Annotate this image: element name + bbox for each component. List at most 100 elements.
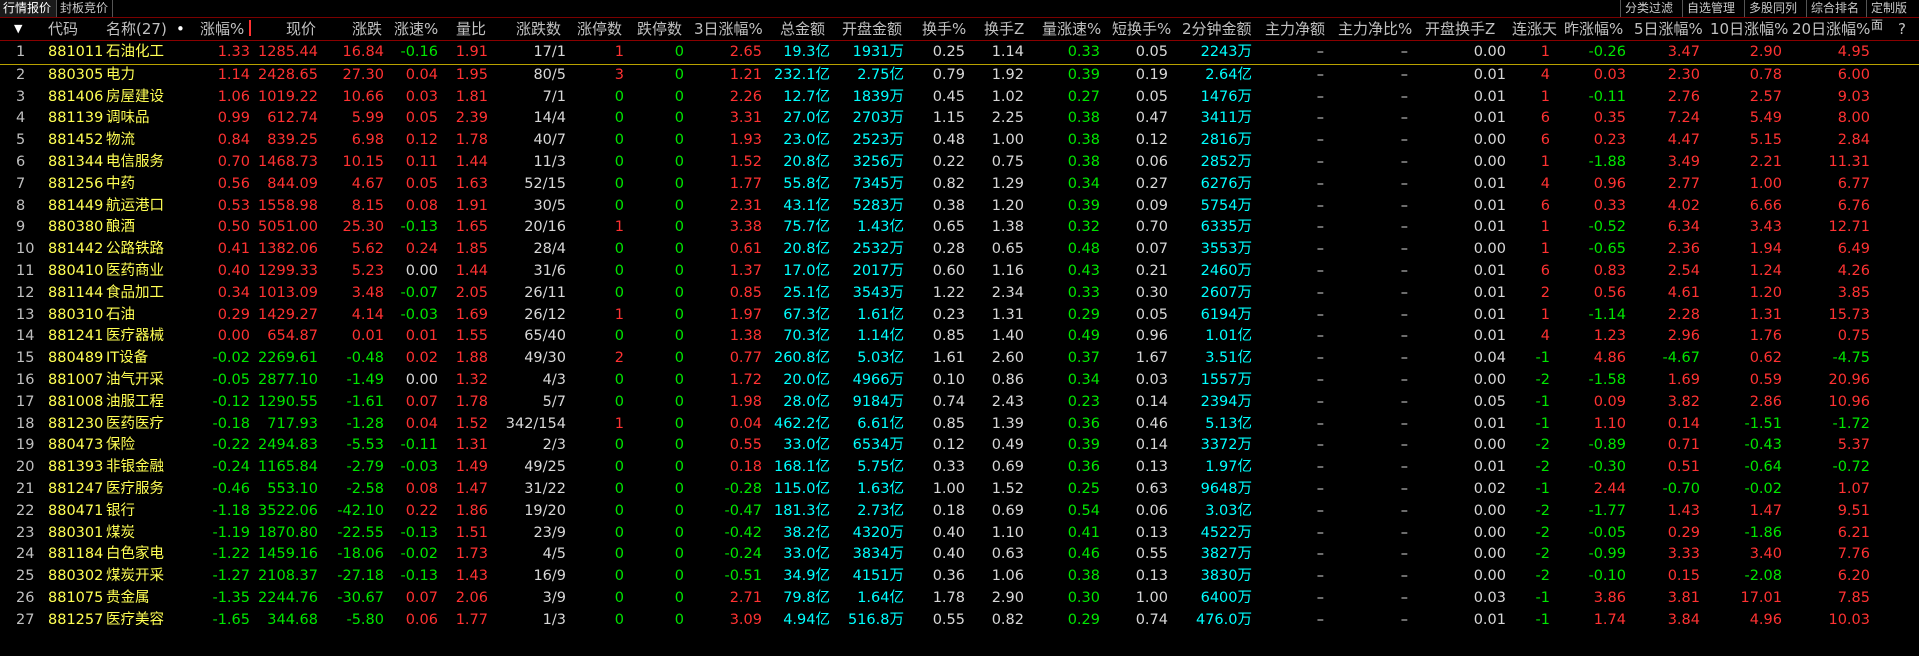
cell-3day-pct: 2.65 bbox=[729, 44, 762, 60]
cell-main-net-pct: – bbox=[1400, 197, 1408, 214]
cell-limit-up: 1 bbox=[614, 219, 624, 236]
col-code[interactable]: 代码 bbox=[48, 20, 78, 38]
cell-volume-speed: 0.43 bbox=[1067, 262, 1100, 279]
cell-open-amount: 2703万 bbox=[852, 110, 904, 127]
cell-limit-down: 0 bbox=[674, 44, 684, 60]
row-index: 26 bbox=[16, 589, 35, 606]
cell-volume-speed: 0.46 bbox=[1067, 546, 1100, 563]
col-speed[interactable]: 涨速% bbox=[394, 20, 438, 38]
tab-custom-layout[interactable]: 定制版面 bbox=[1866, 0, 1919, 32]
cell-yesterday-pct: 0.09 bbox=[1593, 393, 1626, 410]
table-row[interactable]: 12 881144 食品加工 0.34 1013.09 3.48 -0.07 2.05 26/1… bbox=[0, 283, 1919, 305]
table-row[interactable]: 14 881241 医疗器械 0.00 654.87 0.01 0.01 1.55 65/40 0… bbox=[0, 326, 1919, 348]
table-row[interactable]: 21 881247 医疗服务 -0.46 553.10 -2.58 0.08 1.47 31/2… bbox=[0, 479, 1919, 501]
cell-5day-pct: 1.43 bbox=[1667, 502, 1700, 519]
cell-total-amount: 34.9亿 bbox=[783, 568, 830, 585]
cell-up-down-count: 65/40 bbox=[524, 328, 566, 345]
col-turnover[interactable]: 换手% bbox=[922, 20, 966, 38]
col-price[interactable]: 现价 bbox=[286, 20, 316, 38]
table-row[interactable]: 5 881452 物流 0.84 839.25 6.98 0.12 1.78 40/7 0 0 1.9… bbox=[0, 130, 1919, 152]
table-row[interactable]: 2 880305 电力 1.14 2428.65 27.30 0.04 1.95 80/5 3 0 1… bbox=[0, 65, 1919, 87]
cell-up-streak: 1 bbox=[1540, 88, 1550, 105]
cell-2min-amount: 1476万 bbox=[1200, 88, 1252, 105]
col-yesterday-pct[interactable]: 昨涨幅% bbox=[1564, 20, 1623, 38]
col-turnover-z[interactable]: 换手Z bbox=[984, 20, 1024, 38]
table-row[interactable]: 3 881406 房屋建设 1.06 1019.22 10.66 0.03 1.81 7/1 0 0… bbox=[0, 87, 1919, 109]
table-row[interactable]: 19 880473 保险 -0.22 2494.83 -5.53 -0.11 1.31 2/3 0… bbox=[0, 435, 1919, 457]
table-row[interactable]: 22 880471 银行 -1.18 3522.06 -42.10 0.22 1.86 19/2… bbox=[0, 501, 1919, 523]
col-limit-down-count[interactable]: 跌停数 bbox=[637, 20, 682, 38]
table-row[interactable]: 18 881230 医药医疗 -0.18 717.93 -1.28 0.04 1.52 342/… bbox=[0, 414, 1919, 436]
tab-seal-auction[interactable]: 封板竞价 bbox=[57, 0, 113, 17]
cell-5day-pct: 0.15 bbox=[1667, 568, 1700, 585]
help-icon[interactable]: ? bbox=[1898, 20, 1906, 38]
table-row[interactable]: 16 881007 油气开采 -0.05 2877.10 -1.49 0.00 1.32 4/3… bbox=[0, 370, 1919, 392]
col-2min-amount[interactable]: 2分钟金额 bbox=[1182, 20, 1252, 38]
col-5day-pct[interactable]: 5日涨幅% bbox=[1634, 20, 1703, 38]
table-row[interactable]: 25 880302 煤炭开采 -1.27 2108.37 -27.18 -0.13 1.43 1… bbox=[0, 566, 1919, 588]
cell-3day-pct: -0.42 bbox=[724, 524, 762, 541]
col-total-amount[interactable]: 总金额 bbox=[780, 20, 825, 38]
tab-watchlist-manage[interactable]: 自选管理 bbox=[1682, 0, 1739, 17]
cell-limit-down: 0 bbox=[674, 589, 684, 606]
table-row[interactable]: 13 880310 石油 0.29 1429.27 4.14 -0.03 1.69 26/12 1… bbox=[0, 305, 1919, 327]
cell-pct: -0.24 bbox=[212, 459, 250, 476]
col-pct[interactable]: 涨幅% bbox=[200, 20, 244, 38]
stock-code: 880310 bbox=[48, 306, 104, 323]
table-row[interactable]: 17 881008 油服工程 -0.12 1290.55 -1.61 0.07 1.78 5/7… bbox=[0, 392, 1919, 414]
col-main-net[interactable]: 主力净额 bbox=[1265, 20, 1325, 38]
cell-open-turnover-z: 0.00 bbox=[1473, 44, 1506, 60]
col-open-amount[interactable]: 开盘金额 bbox=[842, 20, 902, 38]
cell-short-turnover: 0.63 bbox=[1135, 480, 1168, 497]
table-row[interactable]: 23 880301 煤炭 -1.19 1870.80 -22.55 -0.13 1.51 23/… bbox=[0, 523, 1919, 545]
col-volume-ratio[interactable]: 量比 bbox=[456, 20, 486, 38]
cell-price: 2877.10 bbox=[258, 371, 318, 388]
table-row[interactable]: 1 881011 石油化工 1.33 1285.44 16.84 -0.16 1.91 17/1… bbox=[0, 42, 1919, 65]
table-row[interactable]: 10 881442 公路铁路 0.41 1382.06 5.62 0.24 1.85 28/4 0… bbox=[0, 239, 1919, 261]
table-row[interactable]: 11 880410 医药商业 0.40 1299.33 5.23 0.00 1.44 31/6 0… bbox=[0, 261, 1919, 283]
table-row[interactable]: 15 880489 IT设备 -0.02 2269.61 -0.48 0.02 1.88 49/… bbox=[0, 348, 1919, 370]
cell-short-turnover: 0.09 bbox=[1135, 197, 1168, 214]
cell-10day-pct: -0.43 bbox=[1744, 437, 1782, 454]
cell-up-streak: -2 bbox=[1535, 459, 1550, 476]
cell-volume-speed: 0.39 bbox=[1067, 437, 1100, 454]
tab-multi-stock[interactable]: 多股同列 bbox=[1744, 0, 1801, 17]
tab-category-filter[interactable]: 分类过滤 bbox=[1620, 0, 1677, 17]
sort-arrow-icon[interactable]: ▼ bbox=[14, 20, 22, 38]
cell-short-turnover: 0.14 bbox=[1135, 393, 1168, 410]
stock-name: 酿酒 bbox=[106, 219, 135, 236]
cell-speed: 0.07 bbox=[405, 393, 438, 410]
table-row[interactable]: 20 881393 非银金融 -0.24 1165.84 -2.79 -0.03 1.49 49… bbox=[0, 457, 1919, 479]
table-row[interactable]: 9 880380 酿酒 0.50 5051.00 25.30 -0.13 1.65 20/16 1… bbox=[0, 217, 1919, 239]
cell-turnover-z: 1.00 bbox=[991, 132, 1024, 149]
tab-quotes[interactable]: 行情报价 bbox=[0, 0, 57, 17]
table-row[interactable]: 8 881449 航运港口 0.53 1558.98 8.15 0.08 1.91 30/5 0 0… bbox=[0, 196, 1919, 218]
cell-turnover: 0.25 bbox=[932, 44, 965, 60]
col-volume-speed[interactable]: 量涨速% bbox=[1042, 20, 1101, 38]
col-short-turnover[interactable]: 短换手% bbox=[1112, 20, 1171, 38]
cell-volume-ratio: 1.43 bbox=[455, 568, 488, 585]
col-limit-up-count[interactable]: 涨停数 bbox=[577, 20, 622, 38]
table-row[interactable]: 27 881257 医疗美容 -1.65 344.68 -5.80 0.06 1.77 1/3 0… bbox=[0, 610, 1919, 632]
col-open-turnover-z[interactable]: 开盘换手Z bbox=[1425, 20, 1495, 38]
cell-3day-pct: 0.77 bbox=[729, 350, 762, 367]
cell-main-net-pct: – bbox=[1400, 437, 1408, 454]
table-row[interactable]: 7 881256 中药 0.56 844.09 4.67 0.05 1.63 52/15 0 0 1.… bbox=[0, 174, 1919, 196]
tab-composite-rank[interactable]: 综合排名 bbox=[1806, 0, 1863, 17]
col-10day-pct[interactable]: 10日涨幅% bbox=[1710, 20, 1788, 38]
table-row[interactable]: 6 881344 电信服务 0.70 1468.73 10.15 0.11 1.44 11/3 0… bbox=[0, 152, 1919, 174]
cell-total-amount: 232.1亿 bbox=[773, 66, 830, 83]
col-name[interactable]: 名称(27) bbox=[106, 20, 167, 38]
cell-turnover: 0.12 bbox=[932, 437, 965, 454]
col-up-streak[interactable]: 连涨天 bbox=[1512, 20, 1557, 38]
col-up-down-count[interactable]: 涨跌数 bbox=[516, 20, 561, 38]
table-row[interactable]: 4 881139 调味品 0.99 612.74 5.99 0.05 2.39 14/4 0 0 3.… bbox=[0, 108, 1919, 130]
col-change[interactable]: 涨跌 bbox=[352, 20, 382, 38]
cell-speed: 0.00 bbox=[405, 262, 438, 279]
col-main-net-pct[interactable]: 主力净比% bbox=[1338, 20, 1412, 38]
cell-speed: 0.07 bbox=[405, 589, 438, 606]
col-3day-pct[interactable]: 3日涨幅% bbox=[694, 20, 763, 38]
col-20day-pct[interactable]: 20日涨幅% bbox=[1792, 20, 1870, 38]
table-row[interactable]: 24 881184 白色家电 -1.22 1459.16 -18.06 -0.02 1.73 4… bbox=[0, 544, 1919, 566]
table-row[interactable]: 26 881075 贵金属 -1.35 2244.76 -30.67 0.07 2.06 3/9… bbox=[0, 588, 1919, 610]
